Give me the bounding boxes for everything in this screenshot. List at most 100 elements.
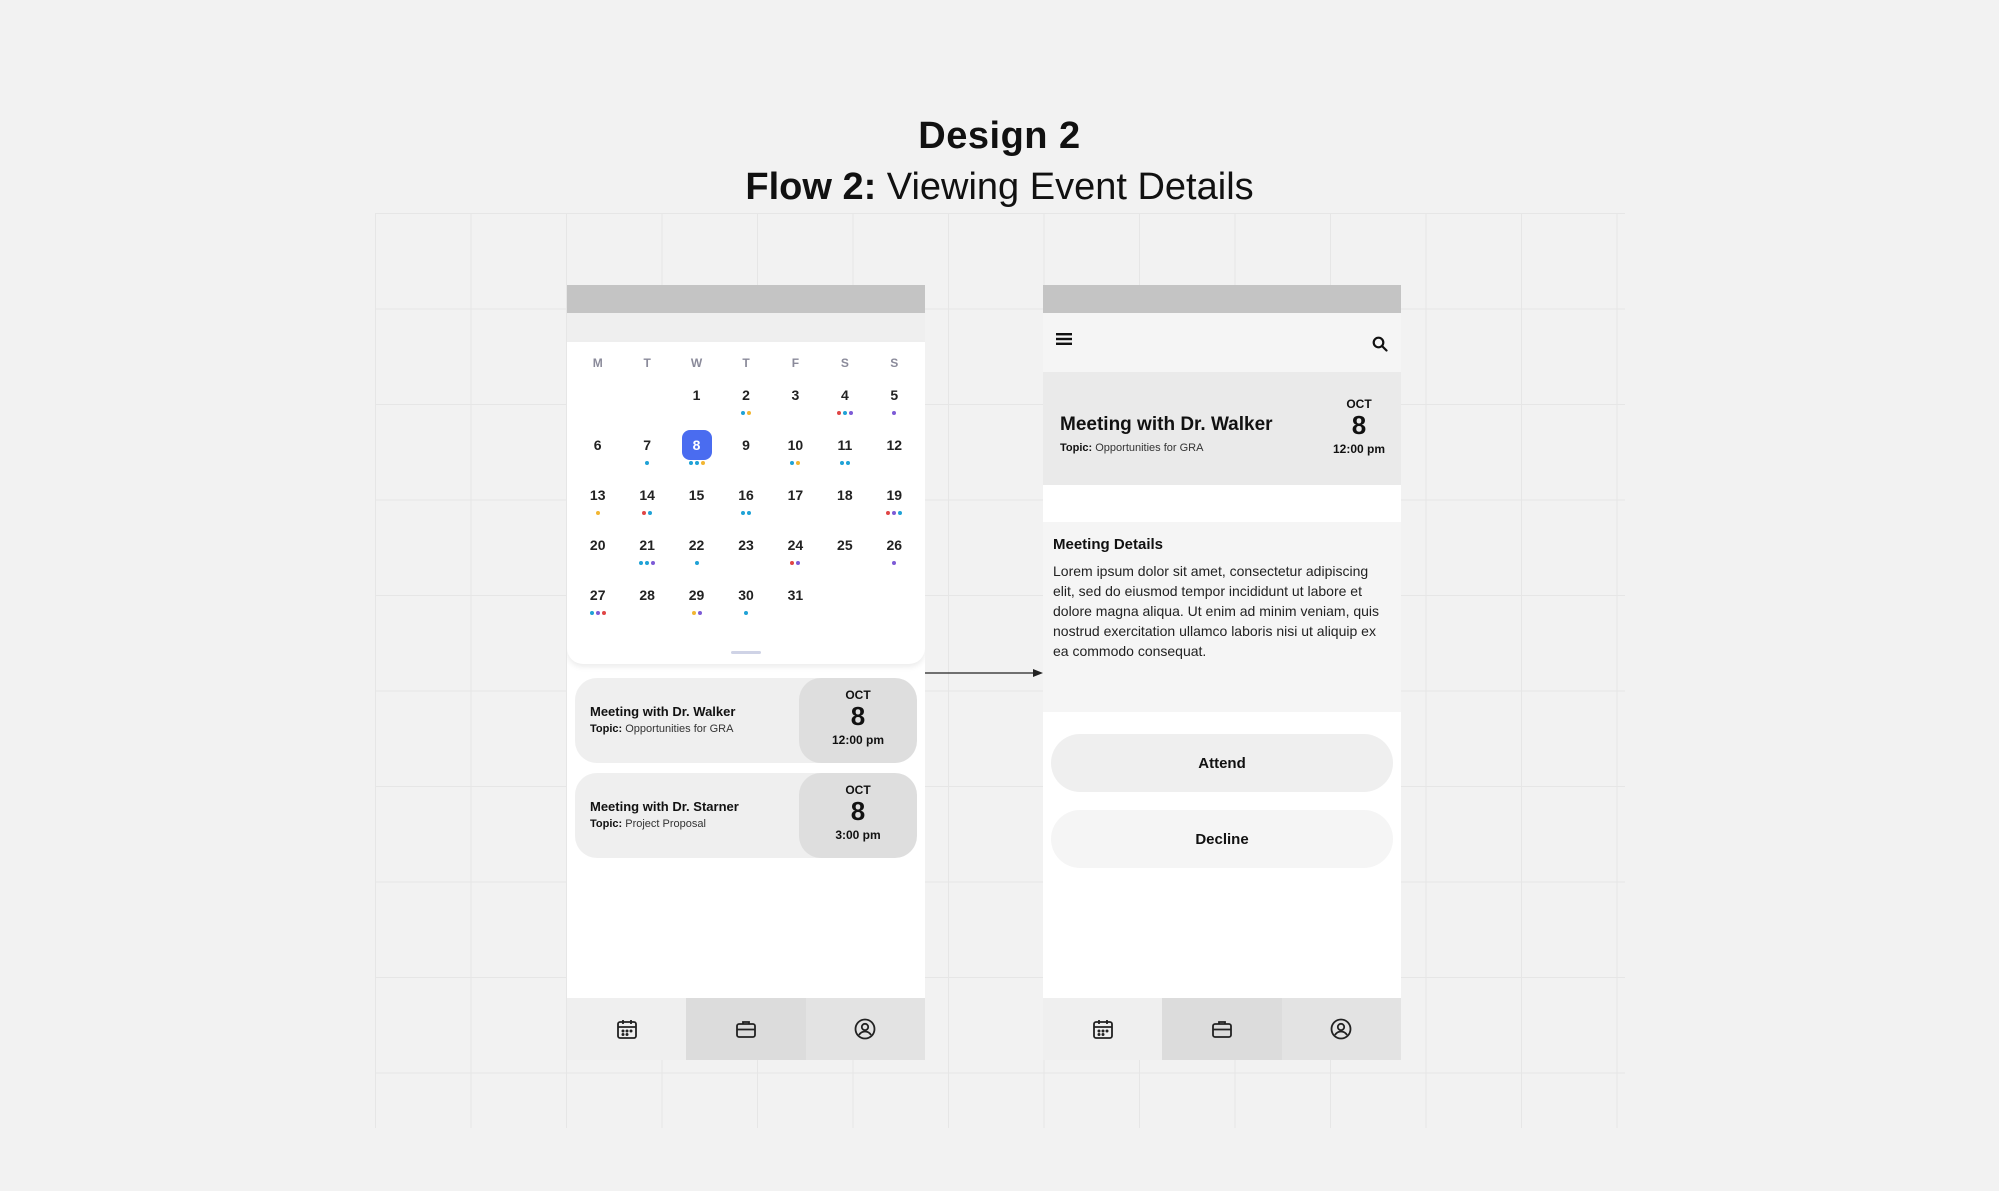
nav-work[interactable] — [1162, 998, 1282, 1060]
event-details-screen: Meeting with Dr. Walker Topic: Opportuni… — [1043, 285, 1401, 1060]
day-number: 3 — [791, 387, 800, 403]
status-bar — [1043, 285, 1401, 313]
calendar-day[interactable]: 31 — [771, 574, 820, 624]
calendar-day[interactable]: 12 — [870, 424, 919, 474]
calendar-day[interactable]: 15 — [672, 474, 721, 524]
calendar-day[interactable]: 30 — [721, 574, 770, 624]
calendar-day[interactable]: 1 — [672, 374, 721, 424]
event-dot — [645, 461, 650, 465]
month-calendar: MTWTFSS 1 2 3 4 5 6 7 8 9 10 11 12 13 14 15 16 17 18 19 20 2… — [567, 342, 925, 664]
event-dot — [642, 511, 647, 515]
day-number: 30 — [738, 587, 754, 603]
calendar-empty-cell — [870, 574, 919, 624]
event-date-badge: OCT 8 12:00 pm — [799, 678, 917, 763]
event-indicator-dots — [721, 611, 770, 617]
search-icon[interactable] — [1372, 336, 1388, 352]
event-day: 8 — [850, 796, 866, 826]
drag-handle[interactable] — [731, 651, 761, 654]
day-number: 7 — [643, 437, 652, 453]
calendar-day[interactable]: 25 — [820, 524, 869, 574]
attend-button[interactable]: Attend — [1051, 734, 1393, 792]
event-indicator-dots — [622, 461, 671, 467]
event-indicator-dots — [870, 561, 919, 567]
event-time: 3:00 pm — [835, 828, 881, 842]
event-indicator-dots — [721, 511, 770, 517]
event-detail-title: Meeting with Dr. Walker — [1060, 414, 1273, 435]
decline-button[interactable]: Decline — [1051, 810, 1393, 868]
weekday-label: S — [890, 356, 899, 370]
nav-calendar[interactable] — [567, 998, 686, 1060]
day-number: 28 — [639, 587, 655, 603]
event-time: 12:00 pm — [831, 733, 885, 747]
weekday-label: W — [690, 356, 703, 370]
nav-profile[interactable] — [1281, 998, 1401, 1060]
calendar-day[interactable]: 26 — [870, 524, 919, 574]
calendar-day[interactable]: 5 — [870, 374, 919, 424]
event-topic: Topic: Opportunities for GRA — [590, 723, 735, 735]
topic-value: Project Proposal — [622, 818, 706, 830]
calendar-day[interactable]: 8 — [672, 424, 721, 474]
calendar-day[interactable]: 27 — [573, 574, 622, 624]
event-card-walker[interactable]: Meeting with Dr. Walker Topic: Opportuni… — [575, 678, 917, 763]
event-dot — [648, 511, 653, 515]
calendar-day[interactable]: 13 — [573, 474, 622, 524]
briefcase-icon — [736, 1021, 756, 1038]
topic-value: Opportunities for GRA — [622, 723, 734, 735]
calendar-week: 1 2 3 4 5 — [567, 374, 925, 424]
calendar-day[interactable]: 10 — [771, 424, 820, 474]
event-list: Meeting with Dr. Walker Topic: Opportuni… — [567, 664, 925, 858]
calendar-day[interactable]: 18 — [820, 474, 869, 524]
calendar-day[interactable]: 6 — [573, 424, 622, 474]
day-number: 22 — [688, 537, 705, 553]
calendar-day[interactable]: 28 — [622, 574, 671, 624]
topic-label: Topic: — [1060, 442, 1093, 454]
day-number: 14 — [639, 487, 655, 503]
calendar-day[interactable]: 7 — [622, 424, 671, 474]
event-dot — [790, 461, 795, 465]
calendar-week: 6 7 8 9 10 11 12 — [567, 424, 925, 474]
calendar-grid: 1 2 3 4 5 6 7 8 9 10 11 12 13 14 15 16 17 18 19 20 21 22 23 24 2… — [567, 374, 925, 624]
calendar-week: 20 21 22 23 24 25 26 — [567, 524, 925, 574]
event-dot — [886, 511, 891, 515]
event-month: OCT — [845, 783, 871, 797]
event-dot — [743, 611, 748, 615]
event-dot — [688, 461, 693, 465]
bottom-nav — [1043, 998, 1401, 1060]
calendar-day[interactable]: 22 — [672, 524, 721, 574]
calendar-day[interactable]: 21 — [622, 524, 671, 574]
calendar-day[interactable]: 20 — [573, 524, 622, 574]
design-title: Design 2 — [918, 115, 1081, 157]
day-number: 20 — [589, 537, 606, 553]
calendar-day[interactable]: 16 — [721, 474, 770, 524]
event-indicator-dots — [672, 461, 721, 467]
day-number: 15 — [688, 487, 705, 503]
calendar-day[interactable]: 29 — [672, 574, 721, 624]
calendar-day[interactable]: 2 — [721, 374, 770, 424]
day-number: 19 — [886, 487, 903, 503]
event-detail-date: OCT 8 12:00 pm — [1329, 397, 1389, 456]
event-dot — [898, 511, 903, 515]
calendar-day[interactable]: 14 — [622, 474, 671, 524]
calendar-empty-cell — [820, 574, 869, 624]
event-indicator-dots — [672, 561, 721, 567]
calendar-day[interactable]: 19 — [870, 474, 919, 524]
nav-profile[interactable] — [805, 998, 925, 1060]
calendar-day[interactable]: 3 — [771, 374, 820, 424]
event-title: Meeting with Dr. Walker — [590, 704, 736, 719]
event-dot — [694, 561, 699, 565]
calendar-day[interactable]: 17 — [771, 474, 820, 524]
event-dot — [839, 461, 844, 465]
meeting-details-panel: Meeting Details Lorem ipsum dolor sit am… — [1043, 522, 1401, 712]
hamburger-menu-icon[interactable] — [1056, 332, 1072, 346]
calendar-day[interactable]: 11 — [820, 424, 869, 474]
nav-work[interactable] — [686, 998, 806, 1060]
event-dot — [746, 511, 751, 515]
calendar-day[interactable]: 23 — [721, 524, 770, 574]
calendar-day[interactable]: 9 — [721, 424, 770, 474]
event-card-starner[interactable]: Meeting with Dr. Starner Topic: Project … — [575, 773, 917, 858]
event-indicator-dots — [622, 511, 671, 517]
calendar-day[interactable]: 4 — [820, 374, 869, 424]
nav-calendar[interactable] — [1043, 998, 1162, 1060]
calendar-day[interactable]: 24 — [771, 524, 820, 574]
day-number: 21 — [639, 537, 655, 553]
